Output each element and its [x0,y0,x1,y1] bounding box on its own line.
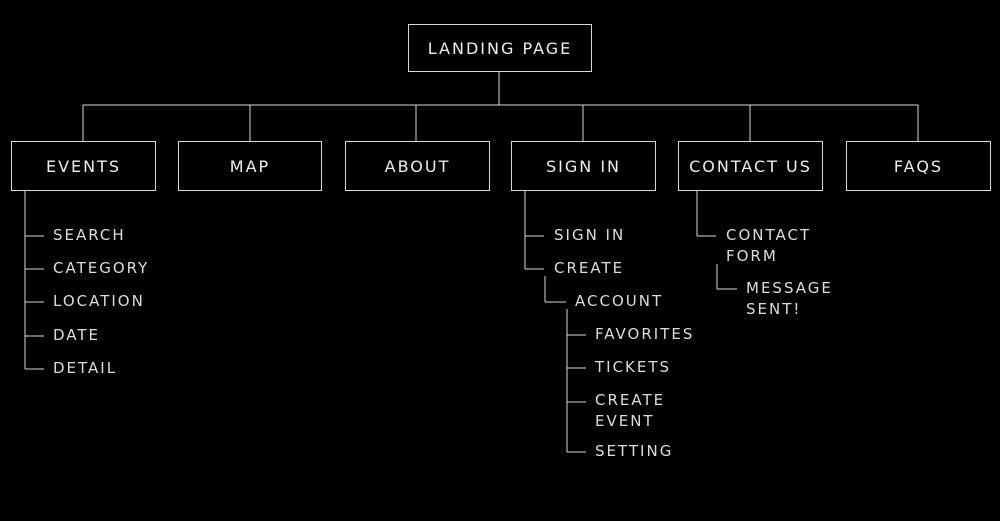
contact-item-message: MESSAGE [746,279,833,297]
events-item-detail: DETAIL [53,359,118,377]
account-label: ACCOUNT [575,292,664,310]
landing-page-node: LANDING PAGE [408,24,592,72]
faqs-node: FAQS [846,141,991,191]
map-node: MAP [178,141,322,191]
account-item-event: EVENT [595,412,655,430]
events-item-location: LOCATION [53,292,145,310]
contact-us-node: CONTACT US [678,141,823,191]
contact-item-sent: SENT! [746,300,802,318]
account-item-create: CREATE [595,391,666,409]
account-item-setting: SETTING [595,442,674,460]
account-item-tickets: TICKETS [595,358,672,376]
events-node: EVENTS [11,141,156,191]
events-item-date: DATE [53,326,101,344]
account-item-favorites: FAVORITES [595,325,695,343]
contact-item-contact: CONTACT [726,226,812,244]
sign-in-node: SIGN IN [511,141,656,191]
events-item-search: SEARCH [53,226,126,244]
sitemap-diagram: LANDING PAGE EVENTS MAP ABOUT SIGN IN CO… [0,0,1000,521]
signin-item-sign-in: SIGN IN [554,226,626,244]
connector-lines [24,72,919,453]
signin-item-create: CREATE [554,259,625,277]
events-item-category: CATEGORY [53,259,150,277]
contact-item-form: FORM [726,247,778,265]
about-node: ABOUT [345,141,490,191]
